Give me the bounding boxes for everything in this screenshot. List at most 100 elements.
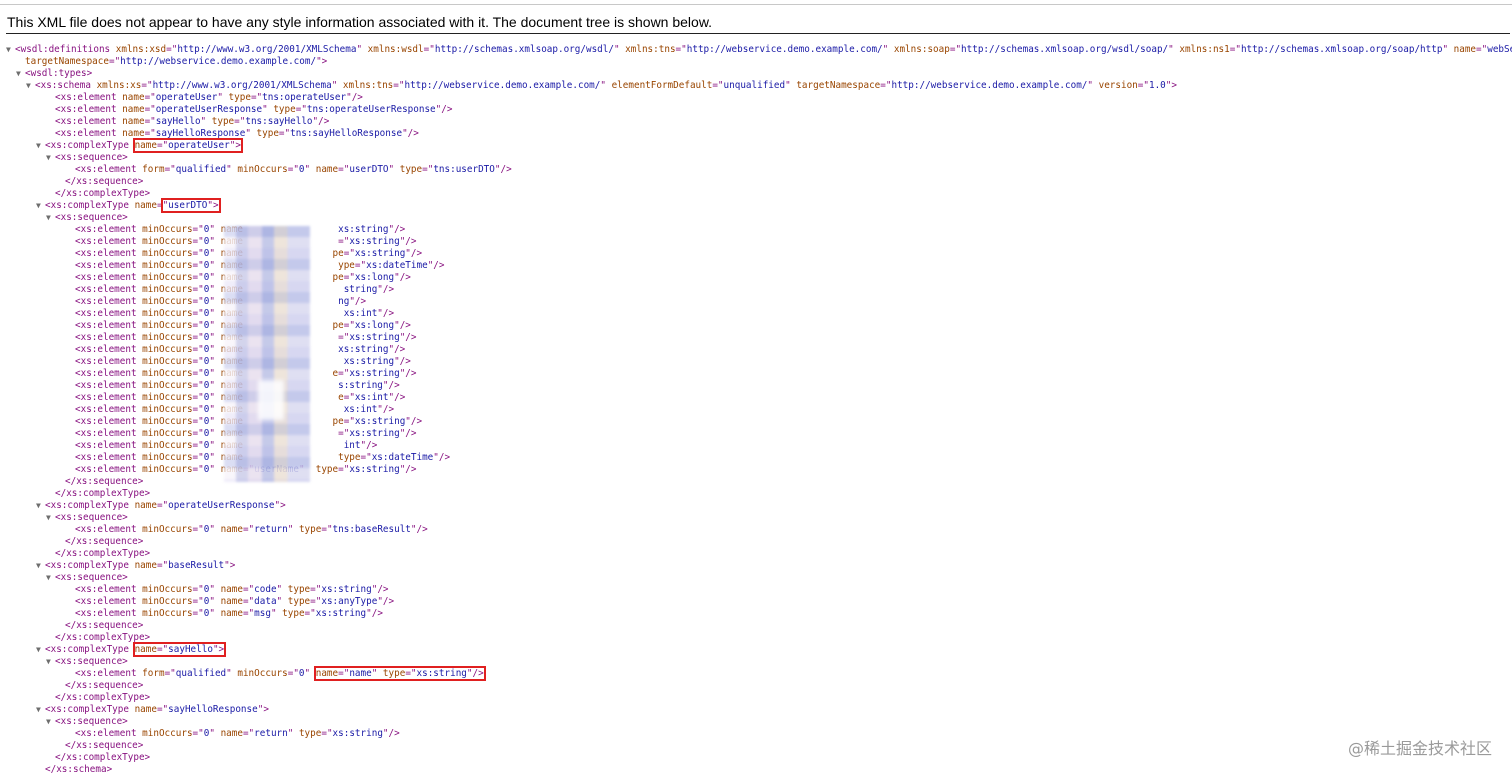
xml-attr-value: http://webservice.demo.example.com/ <box>120 56 317 67</box>
xml-line-content: <xs:element minOccurs="0" name="return" … <box>75 728 400 740</box>
xml-attr-value: xs:string <box>332 728 383 739</box>
xml-attr-value: code <box>254 584 277 595</box>
xml-info-message: This XML file does not appear to have an… <box>7 14 713 30</box>
xml-attr-name: type <box>211 116 235 127</box>
xml-tag-text: </xs:complexType> <box>55 488 151 499</box>
collapse-toggle-icon[interactable]: ▼ <box>46 572 51 584</box>
xml-attr-value: sayHelloResponse <box>155 128 246 139</box>
xml-tag-text: <xs:element <box>55 116 123 127</box>
xml-tag-text: "/> <box>382 380 400 391</box>
xml-line-content: <xs:element minOccurs="0" name ng"/> <box>75 296 366 308</box>
xml-tag-text: "/> <box>388 392 406 403</box>
xml-tag-text: "/> <box>394 356 411 367</box>
xml-attr-value: xs:string <box>354 416 406 427</box>
xml-line-content: </xs:complexType> <box>55 548 150 560</box>
xml-tag-text: "/> <box>346 92 363 103</box>
collapse-toggle-icon[interactable]: ▼ <box>36 140 41 152</box>
xml-attr-value: xs:string <box>343 356 395 367</box>
xml-tag-text: " <box>209 236 221 247</box>
xml-attr-value: xs:string <box>354 248 406 259</box>
xml-tag-text: <xs:sequence> <box>55 572 128 583</box>
collapse-toggle-icon[interactable]: ▼ <box>36 200 41 212</box>
collapse-toggle-icon[interactable]: ▼ <box>46 152 51 164</box>
xml-attr-name: name <box>134 560 157 571</box>
xml-attr-name: type <box>298 728 322 739</box>
xml-tag-text: =" <box>338 164 350 175</box>
xml-tag-text: "/> <box>410 524 428 535</box>
xml-tag-text: <xs:element <box>55 104 123 115</box>
xml-tag-text: "/> <box>399 368 417 379</box>
xml-tag-text: =" <box>192 608 204 619</box>
xml-tag-text: " <box>1442 44 1454 55</box>
xml-attr-name: minOccurs <box>142 236 193 247</box>
collapse-toggle-icon[interactable]: ▼ <box>46 212 51 224</box>
xml-tag-text: =" <box>192 224 204 235</box>
xml-tag-text: =" <box>242 728 255 739</box>
xml-attr-value: xs:string <box>349 236 400 247</box>
collapse-toggle-icon[interactable]: ▼ <box>46 656 51 668</box>
collapse-toggle-icon[interactable]: ▼ <box>36 704 41 716</box>
xml-tag-text: <xs:element <box>75 368 143 379</box>
xml-line: </xs:schema> <box>6 764 1506 776</box>
collapse-toggle-icon[interactable]: ▼ <box>36 500 41 512</box>
xml-tag-text: <xs:complexType <box>45 500 135 511</box>
xml-line-content: <xs:sequence> <box>55 152 128 164</box>
xml-attr-value: http://www.w3.org/2001/XMLSchema <box>177 44 357 55</box>
xml-tag-text: <xs:complexType <box>45 200 135 211</box>
xml-line: ▼ <xs:sequence> <box>6 152 1506 164</box>
collapse-toggle-icon[interactable]: ▼ <box>26 80 31 92</box>
xml-tag-text: " <box>209 380 221 391</box>
xml-tag-text: =" <box>250 92 263 103</box>
xml-line: ▼ <wsdl:definitions xmlns:xsd="http://www… <box>6 44 1512 56</box>
xml-tag-text: "> <box>274 500 286 511</box>
xml-tag-text: =" <box>192 368 204 379</box>
xml-attr-name: minOccurs <box>142 728 193 739</box>
xml-attr-name: minOccurs <box>142 416 193 427</box>
xml-attr-name: minOccurs <box>142 584 193 595</box>
highlight-box: name="operateUser"> <box>132 138 243 153</box>
xml-tag-text: <xs:element <box>75 404 143 415</box>
xml-tag-text: <xs:element <box>75 332 143 343</box>
xml-tag-text: <xs:element <box>75 728 143 739</box>
xml-tag-text: =" <box>144 104 156 115</box>
xml-tag-text: <xs:element <box>75 224 143 235</box>
xml-tag-text: =" <box>712 80 724 91</box>
xml-tag-text: " <box>209 368 221 379</box>
xml-tag-text: "/> <box>394 272 411 283</box>
xml-attr-value: qualified <box>175 164 227 175</box>
xml-line-content: <xs:complexType name="baseResult"> <box>45 560 235 572</box>
xml-tag-text: =" <box>192 260 204 271</box>
xml-tag-text: "/> <box>394 320 411 331</box>
xml-line-content: </xs:sequence> <box>65 176 143 188</box>
xml-tag-text: " <box>287 524 299 535</box>
xml-line-content: <xs:element form="qualified" minOccurs="… <box>75 666 486 681</box>
xml-attr-name: minOccurs <box>142 596 193 607</box>
xml-attr-name: xmlns:soap <box>893 44 950 55</box>
xml-tag-text: =" <box>144 92 156 103</box>
xml-attr-name: minOccurs <box>142 404 193 415</box>
collapse-toggle-icon[interactable]: ▼ <box>46 716 51 728</box>
xml-attr-name: minOccurs <box>142 392 193 403</box>
xml-tag-text: " <box>209 728 221 739</box>
xml-attr-value: sayHello <box>168 644 213 655</box>
xml-tag-text: <xs:element <box>75 596 143 607</box>
xml-attr-value: xs:anyType <box>321 596 378 607</box>
xml-tag-text: <xs:complexType <box>45 704 135 715</box>
collapse-toggle-icon[interactable]: ▼ <box>46 512 51 524</box>
collapse-toggle-icon[interactable]: ▼ <box>16 68 21 80</box>
xml-tag-text: " <box>226 668 238 679</box>
collapse-toggle-icon[interactable]: ▼ <box>6 44 11 56</box>
xml-line-content: </xs:complexType> <box>55 692 150 704</box>
xml-tag-text: =" <box>338 464 350 475</box>
xml-attr-name: minOccurs <box>142 308 193 319</box>
xml-tag-text: <xs:element <box>55 92 123 103</box>
xml-tag-text: <xs:element <box>75 164 143 175</box>
xml-tag-text: =" <box>192 440 204 451</box>
collapse-toggle-icon[interactable]: ▼ <box>36 644 41 656</box>
xml-tag-text: =" <box>360 452 372 463</box>
xml-tag-text: "/> <box>377 404 395 415</box>
collapse-toggle-icon[interactable]: ▼ <box>36 560 41 572</box>
redaction-blur-highlight <box>258 380 284 420</box>
xml-tag-text: =" <box>310 596 322 607</box>
xml-attr-name: pe <box>332 248 344 259</box>
